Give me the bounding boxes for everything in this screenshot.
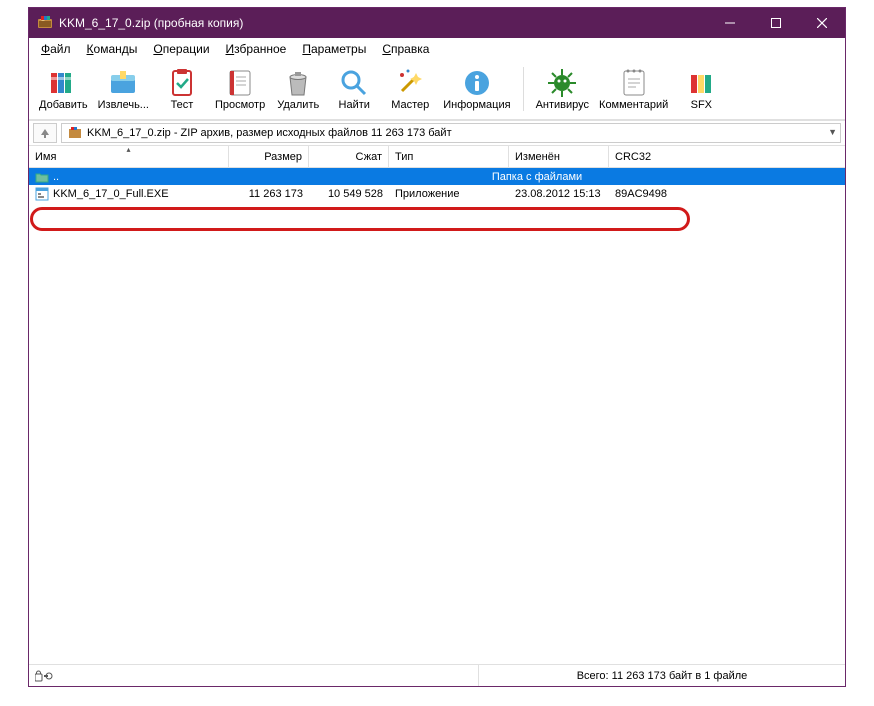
exe-icon <box>35 187 49 201</box>
file-type: Папка с файлами <box>229 171 845 183</box>
menu-tools[interactable]: Операции <box>145 40 217 58</box>
file-name: .. <box>53 171 59 183</box>
col-crc[interactable]: CRC32 <box>609 146 679 167</box>
info-icon <box>461 67 493 99</box>
toolbar-separator <box>523 67 524 111</box>
file-type: Приложение <box>389 188 509 200</box>
toolbar-label: Тест <box>171 99 194 111</box>
address-input[interactable]: KKM_6_17_0.zip - ZIP архив, размер исход… <box>61 123 841 143</box>
clipboard-check-icon <box>166 67 198 99</box>
notepad-icon <box>618 67 650 99</box>
books-icon <box>47 67 79 99</box>
find-button[interactable]: Найти <box>327 62 381 116</box>
col-packed[interactable]: Сжат <box>309 146 389 167</box>
lock-icon <box>35 670 53 682</box>
add-button[interactable]: Добавить <box>35 62 92 116</box>
status-total: Всего: 11 263 173 байт в 1 файле <box>479 670 845 682</box>
up-button[interactable] <box>33 123 57 143</box>
toolbar-label: Антивирус <box>536 99 589 111</box>
list-item[interactable]: .. Папка с файлами <box>29 168 845 185</box>
box-open-icon <box>107 67 139 99</box>
column-headers: ▴ Имя Размер Сжат Тип Изменён CRC32 <box>29 146 845 168</box>
delete-button[interactable]: Удалить <box>271 62 325 116</box>
toolbar-label: Мастер <box>391 99 429 111</box>
virus-icon <box>546 67 578 99</box>
menu-help[interactable]: Справка <box>374 40 437 58</box>
col-modified[interactable]: Изменён <box>509 146 609 167</box>
file-size: 11 263 173 <box>229 188 309 200</box>
toolbar-label: SFX <box>691 99 712 111</box>
books-sfx-icon <box>685 67 717 99</box>
file-modified: 23.08.2012 15:13 <box>509 188 609 200</box>
menu-options[interactable]: Параметры <box>294 40 374 58</box>
notebook-icon <box>224 67 256 99</box>
toolbar-label: Удалить <box>277 99 319 111</box>
address-text: KKM_6_17_0.zip - ZIP архив, размер исход… <box>87 127 452 139</box>
app-icon <box>37 15 53 31</box>
title-bar[interactable]: KKM_6_17_0.zip (пробная копия) <box>29 8 845 38</box>
sort-asc-icon: ▴ <box>126 145 130 154</box>
test-button[interactable]: Тест <box>155 62 209 116</box>
col-type[interactable]: Тип <box>389 146 509 167</box>
sfx-button[interactable]: SFX <box>674 62 728 116</box>
col-name[interactable]: ▴ Имя <box>29 146 229 167</box>
window-controls <box>707 8 845 38</box>
status-left <box>29 665 479 686</box>
folder-up-icon <box>35 170 49 184</box>
comment-button[interactable]: Комментарий <box>595 62 672 116</box>
toolbar-label: Извлечь... <box>98 99 149 111</box>
wand-icon <box>394 67 426 99</box>
file-crc: 89AC9498 <box>609 188 679 200</box>
menu-favorites[interactable]: Избранное <box>218 40 295 58</box>
close-button[interactable] <box>799 8 845 38</box>
col-size[interactable]: Размер <box>229 146 309 167</box>
menu-bar: Файл Команды Операции Избранное Параметр… <box>29 38 845 59</box>
archive-icon <box>68 126 82 140</box>
trash-icon <box>282 67 314 99</box>
window-title: KKM_6_17_0.zip (пробная копия) <box>59 16 707 30</box>
up-arrow-icon <box>39 127 51 139</box>
list-item[interactable]: KKM_6_17_0_Full.EXE 11 263 173 10 549 52… <box>29 185 845 202</box>
toolbar-label: Информация <box>443 99 510 111</box>
toolbar-label: Просмотр <box>215 99 265 111</box>
file-packed: 10 549 528 <box>309 188 389 200</box>
antivirus-button[interactable]: Антивирус <box>532 62 593 116</box>
extract-button[interactable]: Извлечь... <box>94 62 153 116</box>
file-name: KKM_6_17_0_Full.EXE <box>53 188 169 200</box>
minimize-button[interactable] <box>707 8 753 38</box>
toolbar: Добавить Извлечь... Тест Просмотр Удалит… <box>29 59 845 120</box>
toolbar-label: Найти <box>339 99 370 111</box>
status-bar: Всего: 11 263 173 байт в 1 файле <box>29 664 845 686</box>
toolbar-label: Добавить <box>39 99 88 111</box>
maximize-button[interactable] <box>753 8 799 38</box>
winrar-window: KKM_6_17_0.zip (пробная копия) Файл Кома… <box>28 7 846 687</box>
info-button[interactable]: Информация <box>439 62 514 116</box>
view-button[interactable]: Просмотр <box>211 62 269 116</box>
menu-file[interactable]: Файл <box>33 40 79 58</box>
toolbar-label: Комментарий <box>599 99 668 111</box>
file-list[interactable]: .. Папка с файлами KKM_6_17_0_Full.EXE 1… <box>29 168 845 664</box>
address-bar: KKM_6_17_0.zip - ZIP архив, размер исход… <box>29 120 845 146</box>
wizard-button[interactable]: Мастер <box>383 62 437 116</box>
menu-commands[interactable]: Команды <box>79 40 146 58</box>
search-icon <box>338 67 370 99</box>
chevron-down-icon[interactable]: ▼ <box>828 127 837 137</box>
